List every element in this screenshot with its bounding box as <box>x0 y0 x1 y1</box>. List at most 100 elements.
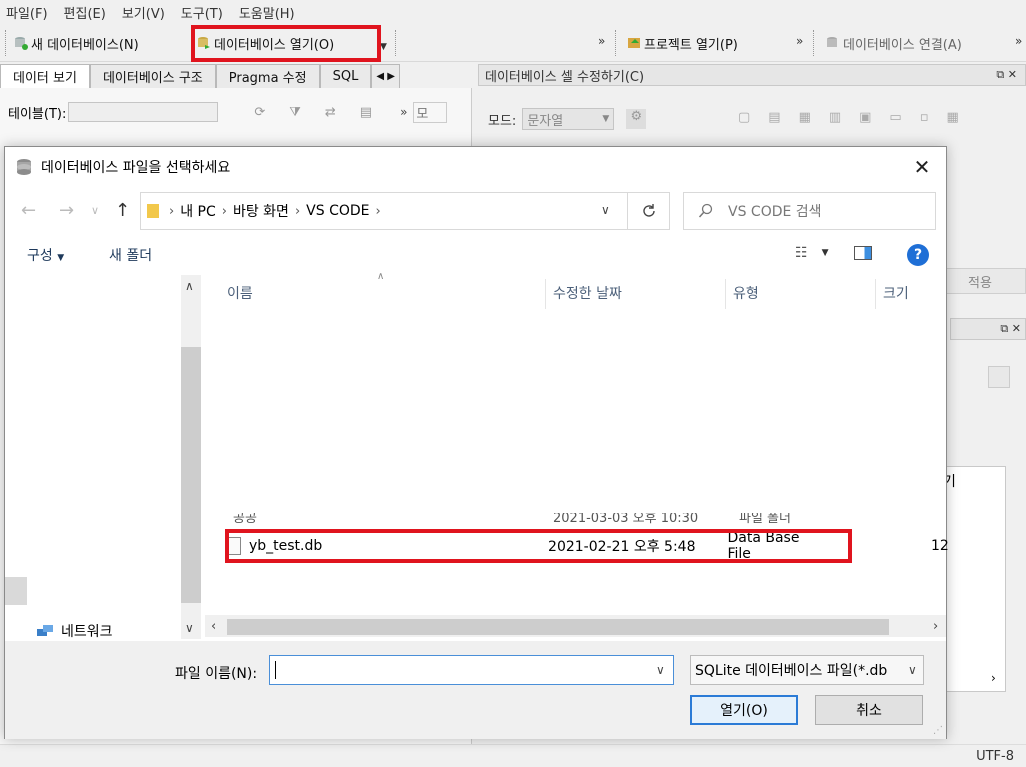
mode-select[interactable]: 문자열 ▼ <box>522 108 615 130</box>
menu-bar: 파일(F) 편집(E) 보기(V) 도구(T) 도움말(H) <box>0 0 1026 24</box>
new-database-icon <box>15 37 28 50</box>
breadcrumb-desktop[interactable]: 바탕 화면 <box>233 201 289 221</box>
column-divider[interactable] <box>545 279 546 309</box>
panel2-action-icon[interactable] <box>988 366 1010 388</box>
table-toolbar-overflow[interactable]: » <box>400 105 407 119</box>
menu-tools[interactable]: 도구(T) <box>181 3 223 22</box>
filename-label: 파일 이름(N): <box>175 666 258 682</box>
partial-item-name: 공공 <box>233 513 257 525</box>
menu-view[interactable]: 보기(V) <box>122 3 165 22</box>
breadcrumb-sep-icon: › <box>375 203 381 219</box>
apply-button[interactable]: 적용 <box>934 268 1026 294</box>
file-list-hscroll-thumb[interactable] <box>227 619 889 635</box>
search-icon <box>698 203 713 218</box>
table-label: 테이블(T): <box>8 106 67 122</box>
column-size[interactable]: 크기 <box>883 283 909 303</box>
nav-pane-scroll-thumb[interactable] <box>181 347 201 603</box>
preview-pane-icon[interactable] <box>854 246 873 260</box>
column-name[interactable]: 이름 <box>227 283 253 303</box>
filetype-select[interactable]: SQLite 데이터베이스 파일(*.db <box>690 655 924 685</box>
open-project-button[interactable]: 프로젝트 열기(P) <box>627 32 738 54</box>
panel-float-icon[interactable]: ⧉ ✕ <box>996 68 1017 82</box>
filetype-value: SQLite 데이터베이스 파일(*.db <box>695 663 888 679</box>
filter-clear-icon[interactable]: ⧩ <box>289 105 301 120</box>
more-field[interactable]: 모 <box>413 101 448 123</box>
dialog-command-bar: 구성 ▼ 새 폴더 ☷ ▼ <box>5 235 946 275</box>
encoding-label: UTF-8 <box>976 749 1014 764</box>
edit-cell-title: 데이터베이스 셀 수정하기(C) <box>485 69 645 85</box>
menu-edit[interactable]: 편집(E) <box>64 3 106 22</box>
toolbar-overflow-1[interactable]: » <box>598 34 605 48</box>
organize-button[interactable]: 구성 ▼ <box>27 245 64 265</box>
refresh-button[interactable] <box>628 192 670 230</box>
table-select-row: 테이블(T): ⟳ ⧩ ⇄ ▤ » 모 <box>0 92 472 132</box>
help-icon[interactable]: ? <box>907 244 929 266</box>
hscroll-left-icon[interactable]: ‹ <box>211 619 216 634</box>
menu-help[interactable]: 도움말(H) <box>239 3 295 22</box>
right-scroll-right-icon[interactable]: › <box>991 671 996 685</box>
tab-browse-data[interactable]: 데이터 보기 <box>0 64 90 88</box>
view-dropdown-icon[interactable]: ▼ <box>822 248 829 258</box>
panel2-float-icon[interactable]: ⧉ ✕ <box>1000 322 1021 336</box>
filename-input[interactable] <box>269 655 674 685</box>
column-modified[interactable]: 수정한 날짜 <box>553 283 622 303</box>
resize-grip-icon[interactable]: ⋰ <box>933 725 943 736</box>
dialog-title: 데이터베이스 파일을 선택하세요 <box>41 160 231 176</box>
view-list-icon[interactable]: ☷ <box>795 245 808 261</box>
column-divider[interactable] <box>725 279 726 309</box>
back-arrow-icon[interactable]: ← <box>21 200 36 221</box>
nav-item-network[interactable]: 네트워크 <box>35 621 113 641</box>
highlight-open-database <box>191 25 381 62</box>
address-bar[interactable]: › 내 PC › 바탕 화면 › VS CODE › <box>140 192 628 230</box>
cancel-button[interactable]: 취소 <box>815 695 923 725</box>
new-folder-button[interactable]: 새 폴더 <box>109 245 152 265</box>
tab-sql[interactable]: SQL <box>319 64 372 88</box>
breadcrumb-sep-icon: › <box>169 203 175 219</box>
open-database-dropdown-icon[interactable]: ▼ <box>380 42 387 52</box>
filetype-dropdown-icon[interactable]: ∨ <box>908 663 917 677</box>
search-box[interactable]: VS CODE 검색 <box>683 192 936 230</box>
sort-icon[interactable]: ⇄ <box>325 105 336 120</box>
toolbar-grip-2 <box>615 30 618 56</box>
tab-scroll-arrows[interactable]: ◀ ▶ <box>371 64 400 88</box>
list-item[interactable]: 공공 2021-03-03 오후 10:30 파일 폴더 <box>227 513 827 525</box>
recent-locations-icon[interactable]: ∨ <box>91 204 99 217</box>
tab-db-structure[interactable]: 데이터베이스 구조 <box>89 64 216 88</box>
up-arrow-icon[interactable]: ↑ <box>115 200 130 221</box>
menu-file[interactable]: 파일(F) <box>6 3 48 22</box>
filename-dropdown-icon[interactable]: ∨ <box>656 663 665 677</box>
breadcrumb-vs-code[interactable]: VS CODE <box>306 203 369 219</box>
mode-value: 문자열 <box>527 113 564 129</box>
nav-scroll-down-icon[interactable]: ∨ <box>185 621 194 635</box>
partial-item-modified: 2021-03-03 오후 10:30 <box>553 513 699 525</box>
auto-switch-icon[interactable]: ⚙ <box>626 109 647 129</box>
breadcrumb-my-pc[interactable]: 내 PC <box>180 201 216 221</box>
connect-database-label: 데이터베이스 연결(A) <box>843 37 962 53</box>
folder-icon <box>147 204 159 218</box>
table-combobox[interactable] <box>68 102 219 122</box>
print-table-icon[interactable]: ▤ <box>360 105 372 120</box>
toolbar-overflow-3[interactable]: » <box>1015 34 1022 48</box>
refresh-table-icon[interactable]: ⟳ <box>254 105 265 120</box>
tab-pragma[interactable]: Pragma 수정 <box>215 64 320 88</box>
database-icon <box>17 159 31 175</box>
partial-item-type: 파일 폴더 <box>739 513 791 525</box>
open-button[interactable]: 열기(O) <box>690 695 798 725</box>
file-size: 12 <box>931 538 949 554</box>
connect-database-button[interactable]: 데이터베이스 연결(A) <box>826 32 962 54</box>
close-icon[interactable]: ✕ <box>910 155 934 179</box>
nav-pane-selected-item[interactable] <box>5 577 27 605</box>
open-file-dialog: 데이터베이스 파일을 선택하세요 ✕ ← → ∨ ↑ › 내 PC › 바탕 화… <box>4 146 949 739</box>
open-project-icon <box>628 38 640 48</box>
column-divider[interactable] <box>875 279 876 309</box>
forward-arrow-icon[interactable]: → <box>59 200 74 221</box>
cell-toolbar-icons[interactable]: ▢▤▦▥▣▭▫▦ <box>738 110 977 125</box>
dialog-title-bar: 데이터베이스 파일을 선택하세요 ✕ <box>5 147 946 187</box>
new-database-button[interactable]: 새 데이터베이스(N) <box>14 32 139 54</box>
column-type[interactable]: 유형 <box>733 283 759 303</box>
nav-scroll-up-icon[interactable]: ∧ <box>185 279 194 293</box>
address-dropdown-icon[interactable]: ∨ <box>601 203 610 217</box>
navigation-pane <box>5 275 201 639</box>
toolbar-overflow-2[interactable]: » <box>796 34 803 48</box>
hscroll-right-icon[interactable]: › <box>933 619 938 634</box>
